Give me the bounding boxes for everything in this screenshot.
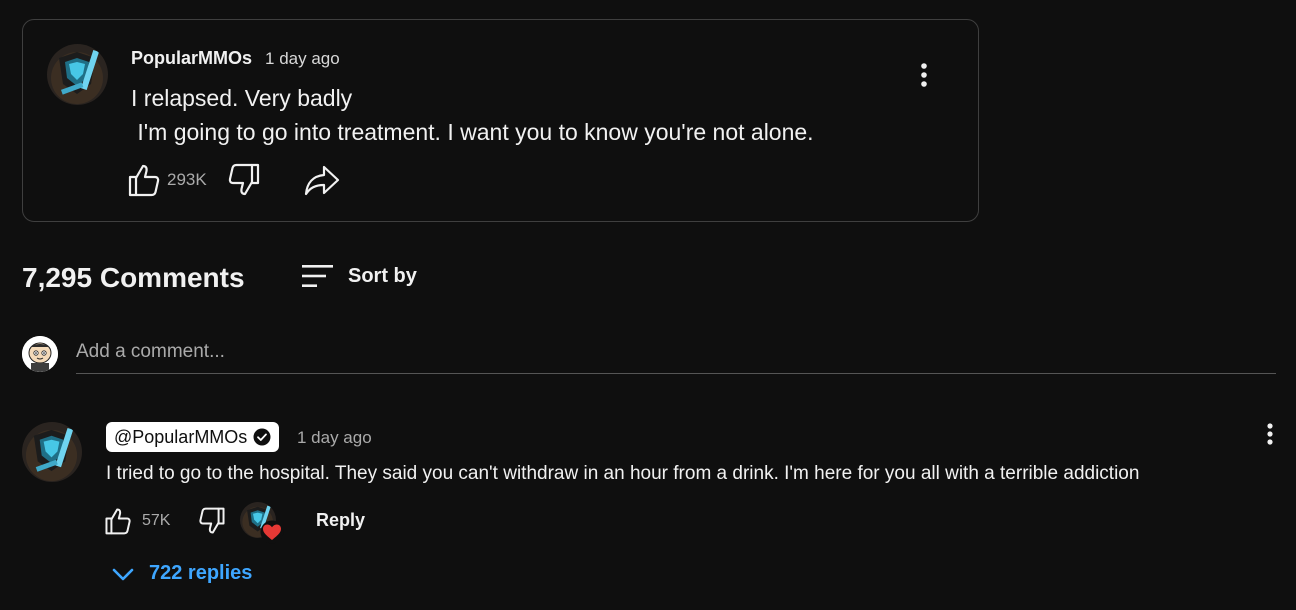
commenter-avatar-icon[interactable] (22, 422, 82, 482)
verified-check-icon (253, 428, 271, 446)
comment-timestamp[interactable]: 1 day ago (297, 428, 372, 448)
more-vert-icon[interactable] (912, 60, 936, 90)
sort-icon (302, 265, 333, 287)
heart-icon (260, 520, 284, 544)
comment-text: I tried to go to the hospital. They said… (106, 463, 1140, 484)
thumb-up-icon[interactable] (127, 162, 161, 198)
more-vert-icon[interactable] (1258, 420, 1282, 450)
channel-avatar-icon[interactable] (47, 44, 108, 105)
post-timestamp[interactable]: 1 day ago (265, 49, 340, 69)
reply-button[interactable]: Reply (316, 510, 365, 531)
chevron-down-icon (112, 568, 134, 580)
user-avatar[interactable] (22, 336, 58, 372)
thumb-down-icon[interactable] (198, 506, 226, 536)
comments-count-heading: 7,295 Comments (22, 262, 245, 293)
add-comment-input[interactable] (76, 339, 1276, 374)
post-text: I relapsed. Very badly I'm going to go i… (131, 85, 814, 145)
comment-like-count: 57K (142, 512, 171, 529)
view-replies-button[interactable]: 722 replies (111, 562, 252, 585)
thumb-down-icon[interactable] (227, 162, 261, 198)
post-author-name[interactable]: PopularMMOs (131, 48, 252, 69)
comment-author-chip[interactable]: @PopularMMOs (106, 422, 280, 452)
sort-by-label: Sort by (348, 264, 417, 287)
replies-count-label: 722 replies (149, 562, 253, 584)
post-like-count: 293K (167, 170, 207, 189)
community-post-card: PopularMMOs 1 day ago I relapsed. Very b… (22, 19, 979, 222)
comment-author-name: @PopularMMOs (114, 426, 248, 447)
share-icon[interactable] (303, 162, 341, 198)
sort-by-button[interactable]: Sort by (301, 262, 417, 290)
post-header: PopularMMOs 1 day ago (131, 48, 340, 69)
creator-heart-badge (240, 502, 286, 544)
thumb-up-icon[interactable] (104, 506, 132, 536)
